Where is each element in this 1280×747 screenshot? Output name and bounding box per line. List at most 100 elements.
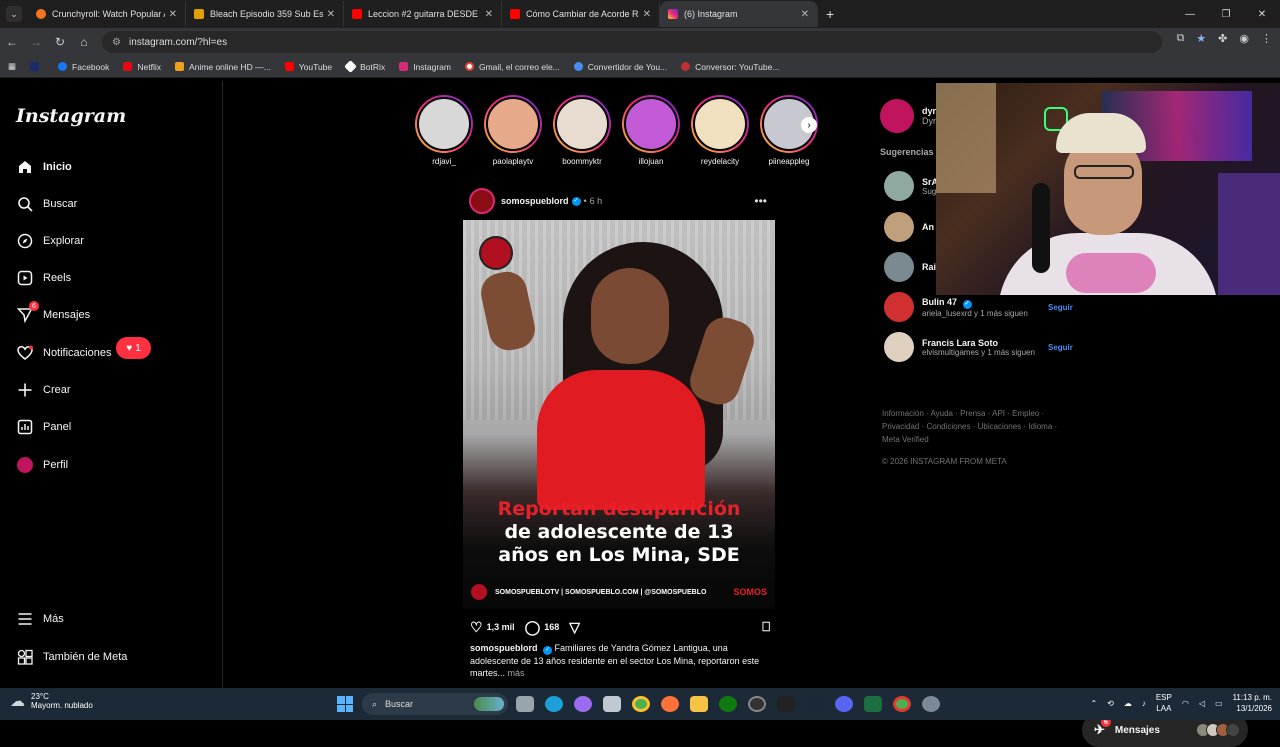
tab-close-icon[interactable]: ✕: [643, 9, 651, 20]
close-window-icon[interactable]: ✕: [1244, 0, 1280, 28]
follow-button[interactable]: Seguir: [1048, 343, 1073, 352]
taskbar-search[interactable]: ⌕ Buscar: [362, 693, 508, 715]
nav-notifications[interactable]: Notificaciones: [16, 342, 111, 364]
follow-button[interactable]: Seguir: [1048, 303, 1073, 312]
suggestion-name[interactable]: Francis Lara Soto: [922, 338, 1044, 348]
bookmark-item[interactable]: [30, 62, 44, 71]
bookmark-anime[interactable]: Anime online HD —...: [175, 62, 271, 72]
story-item[interactable]: paolaplaytv: [484, 95, 542, 166]
bookmark-youtube[interactable]: YouTube: [284, 62, 332, 72]
bookmark-netflix[interactable]: Netflix: [123, 62, 161, 72]
tab-acorde[interactable]: Cómo Cambiar de Acorde Rápi ✕: [502, 1, 660, 27]
story-item[interactable]: rdjavi_: [415, 95, 473, 166]
tab-search-icon[interactable]: ⌄: [6, 6, 22, 22]
nav-explore[interactable]: Explorar: [16, 230, 84, 252]
reload-icon[interactable]: ↻: [48, 35, 72, 49]
share-icon[interactable]: ▽: [569, 619, 580, 636]
tab-bleach[interactable]: Bleach Episodio 359 Sub Españ ✕: [186, 1, 344, 27]
nav-search[interactable]: Buscar: [16, 193, 77, 215]
tab-close-icon[interactable]: ✕: [801, 9, 809, 20]
bookmark-botrix[interactable]: BotRix: [344, 60, 385, 73]
avatar[interactable]: [884, 252, 914, 282]
windows-start-icon[interactable]: [337, 696, 353, 712]
post-image[interactable]: Reportan desaparición de adolescente de …: [463, 220, 775, 609]
apps-grid-icon[interactable]: ▦: [8, 61, 16, 72]
nav-reels[interactable]: Reels: [16, 267, 71, 289]
back-icon[interactable]: ←: [0, 35, 24, 49]
suggestion-name[interactable]: Bulin 47 ✓: [922, 297, 1044, 309]
caption-more-link[interactable]: más: [508, 668, 525, 678]
post-username[interactable]: somospueblord: [501, 196, 569, 206]
avatar[interactable]: [884, 171, 914, 201]
firefox-icon[interactable]: [661, 696, 679, 712]
discord-icon[interactable]: [835, 696, 853, 712]
mic-icon[interactable]: ♪: [1142, 699, 1146, 708]
epic-games-icon[interactable]: [777, 696, 795, 712]
site-info-icon[interactable]: ⚙: [112, 37, 121, 48]
nav-home[interactable]: Inicio: [16, 156, 72, 178]
bookmark-convertidor[interactable]: Convertidor de You...: [573, 62, 667, 72]
language-indicator[interactable]: ESP LAA: [1156, 692, 1172, 714]
bookmark-gmail[interactable]: Gmail, el correo ele...: [464, 62, 560, 72]
excel-icon[interactable]: [864, 696, 882, 712]
xbox-icon[interactable]: [719, 696, 737, 712]
extensions-icon[interactable]: ✤: [1218, 32, 1227, 45]
bookmark-star-icon[interactable]: ★: [1196, 32, 1206, 45]
url-field[interactable]: ⚙ instagram.com/?hl=es: [102, 31, 1162, 53]
comment-icon[interactable]: ◯: [525, 619, 541, 636]
nav-messages[interactable]: 6 Mensajes: [16, 301, 90, 326]
chrome-icon[interactable]: [632, 696, 650, 712]
new-tab-icon[interactable]: +: [826, 6, 834, 22]
obs-icon[interactable]: [603, 696, 621, 712]
forward-icon[interactable]: →: [24, 35, 48, 49]
post-options-icon[interactable]: •••: [754, 194, 767, 208]
tab-close-icon[interactable]: ✕: [485, 9, 493, 20]
volume-icon[interactable]: ◁: [1199, 699, 1205, 708]
nav-meta[interactable]: También de Meta: [16, 646, 127, 668]
sync-icon[interactable]: ⟲: [1107, 699, 1114, 708]
tab-close-icon[interactable]: ✕: [327, 9, 335, 20]
footer-links[interactable]: Información · Ayuda · Prensa · API · Emp…: [882, 407, 1062, 446]
chrome-profile-icon[interactable]: [893, 696, 911, 712]
like-heart-icon[interactable]: ♡: [470, 619, 483, 636]
bookmark-instagram[interactable]: Instagram: [399, 62, 451, 72]
wifi-icon[interactable]: ◠: [1182, 699, 1189, 708]
menu-icon[interactable]: ⋮: [1261, 32, 1272, 45]
edge-icon[interactable]: [545, 696, 563, 712]
weather-widget[interactable]: ☁ 23°C Mayorm. nublado: [10, 692, 93, 710]
instagram-logo[interactable]: Instagram: [16, 105, 126, 127]
file-explorer-icon[interactable]: [690, 696, 708, 712]
steam-icon[interactable]: [806, 696, 824, 712]
chevron-up-icon[interactable]: ⌃: [1090, 699, 1097, 708]
settings-gear-icon[interactable]: [922, 696, 940, 712]
nav-dashboard[interactable]: Panel: [16, 416, 71, 438]
avatar[interactable]: [469, 188, 495, 214]
profile-icon[interactable]: ◉: [1239, 32, 1249, 45]
avatar[interactable]: [884, 332, 914, 362]
bookmark-conversor[interactable]: Conversor: YouTube...: [681, 62, 779, 72]
nav-profile[interactable]: Perfil: [16, 454, 68, 476]
story-item[interactable]: illojuan: [622, 95, 680, 166]
caption-username[interactable]: somospueblord: [470, 643, 538, 653]
home-icon[interactable]: ⌂: [72, 35, 96, 49]
notifications-popover-badge[interactable]: ♥ 1: [116, 337, 151, 359]
clock[interactable]: 11:13 p. m. 13/1/2026: [1233, 692, 1272, 714]
copilot-icon[interactable]: [574, 696, 592, 712]
tab-close-icon[interactable]: ✕: [169, 9, 177, 20]
battery-icon[interactable]: ▭: [1215, 699, 1223, 708]
stories-next-chevron-icon[interactable]: ›: [801, 117, 817, 133]
story-item[interactable]: boommyktr: [553, 95, 611, 166]
avatar[interactable]: [880, 99, 914, 133]
network-icon[interactable]: ☁: [1124, 699, 1132, 708]
save-bookmark-icon[interactable]: ⎕: [762, 619, 770, 635]
nav-more[interactable]: Más: [16, 608, 64, 630]
tab-crunchyroll[interactable]: Crunchyroll: Watch Popular Ani ✕: [28, 1, 186, 27]
app-icon[interactable]: [748, 696, 766, 712]
story-item[interactable]: reydelacity: [691, 95, 749, 166]
tab-leccion[interactable]: Leccion #2 guitarra DESDE CER ✕: [344, 1, 502, 27]
avatar[interactable]: [884, 292, 914, 322]
tab-instagram[interactable]: (6) Instagram ✕: [660, 1, 818, 27]
cast-icon[interactable]: ⧉: [1176, 32, 1184, 45]
restore-icon[interactable]: ❐: [1208, 0, 1244, 28]
task-view-icon[interactable]: [516, 696, 534, 712]
